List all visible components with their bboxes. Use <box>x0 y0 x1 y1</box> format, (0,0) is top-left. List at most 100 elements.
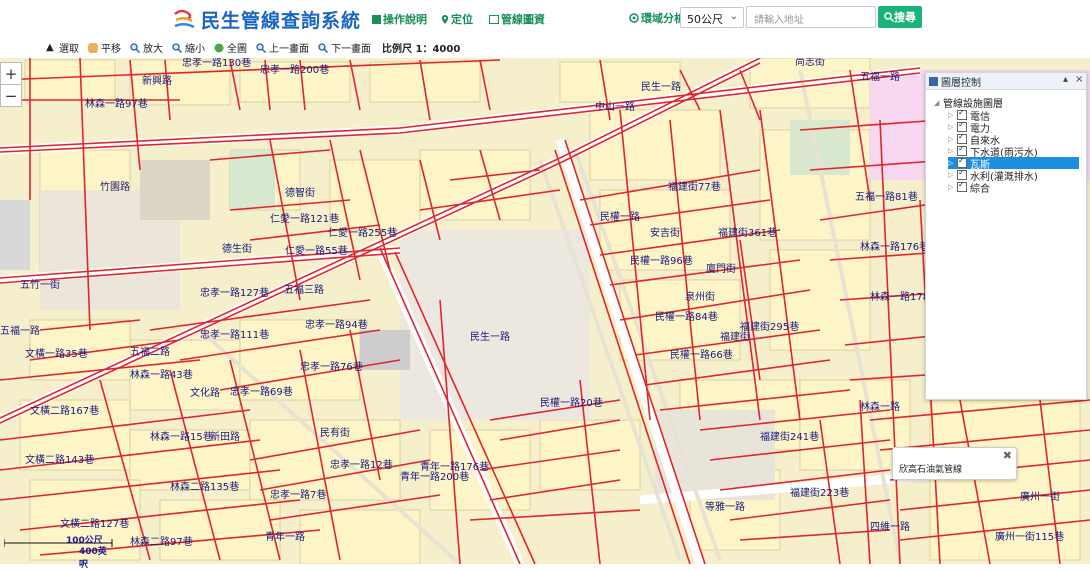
nav-help[interactable]: 操作說明 <box>372 11 427 27</box>
street-label: 忠孝一路69巷 <box>230 385 293 398</box>
street-label: 忠孝一路12巷 <box>330 458 393 471</box>
target-icon <box>629 13 639 23</box>
layer-item-power[interactable]: ▷電力 <box>948 120 1086 135</box>
street-label: 林森二路97巷 <box>130 535 193 548</box>
tool-select[interactable]: ▲ 選取 <box>46 40 79 55</box>
street-label: 文橫二路127巷 <box>60 517 129 530</box>
collapse-icon[interactable]: ▴ <box>1063 74 1068 85</box>
street-label: 仁愛一路55巷 <box>285 244 348 257</box>
street-label: 民權一路84巷 <box>655 310 718 323</box>
street-label: 忠孝一路200巷 <box>260 63 329 76</box>
feature-popup: ✖ 欣高石油氣管線 <box>892 447 1017 480</box>
expand-icon: ◢ <box>934 98 940 107</box>
street-label: 林森一路176巷 <box>860 240 929 253</box>
street-label: 福建街223巷 <box>790 486 849 499</box>
street-label: 民生一路 <box>641 80 681 93</box>
street-label: 民生一路 <box>470 330 510 343</box>
chevron-down-icon: ⌄ <box>729 11 738 22</box>
zoom-in-icon <box>130 42 140 53</box>
street-label: 德智街 <box>285 186 315 199</box>
search-button-label: 搜尋 <box>894 11 916 24</box>
close-icon[interactable]: ✖ <box>1003 449 1012 462</box>
hand-icon <box>88 42 98 53</box>
street-label: 等雅一路 <box>705 500 745 513</box>
layer-item-combined[interactable]: ▷綜合 <box>948 180 1086 195</box>
floppy-icon <box>929 76 938 86</box>
street-label: 忠孝一路127巷 <box>200 286 269 299</box>
street-label: 民權一路96巷 <box>630 254 693 267</box>
street-label: 四維一路 <box>870 520 910 533</box>
zoom-control: + − <box>0 62 22 107</box>
street-label: 文橫二路167巷 <box>30 404 99 417</box>
street-label: 文橫二路143巷 <box>25 453 94 466</box>
layer-item-sewer[interactable]: ▷下水道(雨污水) <box>948 144 1086 159</box>
grey-area <box>0 200 30 270</box>
nav-locate-label: 定位 <box>451 13 473 26</box>
search-icon <box>884 12 894 22</box>
zoom-out-button[interactable]: − <box>1 85 21 106</box>
layer-tree: ◢ 管線設施圖層 ▷電信 ▷電力 ▷自來水 ▷下水道(雨污水) ▷瓦斯 ▷水利(… <box>926 90 1086 195</box>
layer-checkbox[interactable] <box>957 180 967 192</box>
street-label: 忠孝一路130巷 <box>182 58 251 69</box>
street-label: 五竹一街 <box>20 278 60 291</box>
next-view-icon <box>318 42 328 53</box>
street-label: 福建街77巷 <box>668 180 721 193</box>
street-label: 福建街241巷 <box>760 430 819 443</box>
layer-checkbox[interactable] <box>957 156 967 168</box>
radius-select[interactable]: 50公尺 ⌄ <box>680 7 744 28</box>
nav-pipeline-maps[interactable]: 管線圖資 <box>489 11 545 27</box>
tool-full-extent[interactable]: 全圖 <box>214 40 247 55</box>
radius-select-value: 50公尺 <box>687 13 723 26</box>
street-label: 林森一路15巷 <box>150 430 213 443</box>
street-label: 五福三路 <box>284 283 324 296</box>
zoom-in-button[interactable]: + <box>1 63 21 85</box>
tool-zoom-out[interactable]: 縮小 <box>172 40 205 55</box>
street-label: 林森一路97巷 <box>85 97 148 110</box>
tool-zoom-in[interactable]: 放大 <box>130 40 163 55</box>
image-icon <box>489 14 499 24</box>
expand-icon: ▷ <box>948 147 954 155</box>
layer-checkbox[interactable] <box>957 132 967 144</box>
expand-icon: ▷ <box>948 159 954 167</box>
tool-next-view[interactable]: 下一畫面 <box>318 40 371 55</box>
street-label: 德生街 <box>222 242 252 255</box>
layer-root[interactable]: ◢ 管線設施圖層 <box>934 96 1086 111</box>
zoom-out-icon <box>172 42 182 53</box>
street-label: 林森一路 <box>860 400 900 413</box>
street-label: 林森二路135巷 <box>170 480 239 493</box>
nav-help-label: 操作說明 <box>383 13 427 26</box>
street-label: 文橫一路35巷 <box>25 347 88 360</box>
layer-checkbox[interactable] <box>957 108 967 120</box>
app-logo[interactable]: 民生管線查詢系統 <box>172 5 361 33</box>
map-toolbar: ▲ 選取 平移 放大 縮小 全圖 上一畫面 下一畫面 比例尺 1：4000 <box>0 37 1090 58</box>
scale-bar: 100公尺 400英呎 <box>3 533 114 570</box>
street-label: 廣州一街 <box>1020 490 1060 503</box>
tool-pan[interactable]: 平移 <box>88 40 121 55</box>
street-label: 民權一路66巷 <box>670 348 733 361</box>
tool-prev-view[interactable]: 上一畫面 <box>256 40 309 55</box>
street-label: 民權一路 <box>600 210 640 223</box>
address-input[interactable]: 請輸入地址 <box>746 6 876 28</box>
street-label: 忠孝一路7巷 <box>270 488 326 501</box>
street-label: 新田路 <box>210 430 240 443</box>
prev-view-icon <box>256 42 266 53</box>
layer-checkbox[interactable] <box>957 120 967 132</box>
close-icon[interactable]: × <box>1075 74 1083 85</box>
address-placeholder: 請輸入地址 <box>754 15 804 26</box>
street-label: 福建街361巷 <box>718 226 777 239</box>
layer-checkbox[interactable] <box>957 168 967 180</box>
search-button[interactable]: 搜尋 <box>878 6 922 28</box>
layer-checkbox[interactable] <box>957 144 967 156</box>
park-area <box>230 150 275 210</box>
layer-item-irrigation[interactable]: ▷水利(灌溉排水) <box>948 168 1086 183</box>
street-label: 新興路 <box>142 74 172 87</box>
layer-item-telecom[interactable]: ▷電信 <box>948 108 1086 123</box>
building-block <box>140 160 210 220</box>
expand-icon: ▷ <box>948 111 954 119</box>
popup-text: 欣高石油氣管線 <box>899 465 963 475</box>
street-label: 尚志街 <box>795 58 825 68</box>
cursor-icon: ▲ <box>46 41 54 53</box>
logo-icon <box>174 9 195 29</box>
nav-locate[interactable]: 定位 <box>441 11 473 27</box>
street-label: 廈門街 <box>706 262 736 275</box>
